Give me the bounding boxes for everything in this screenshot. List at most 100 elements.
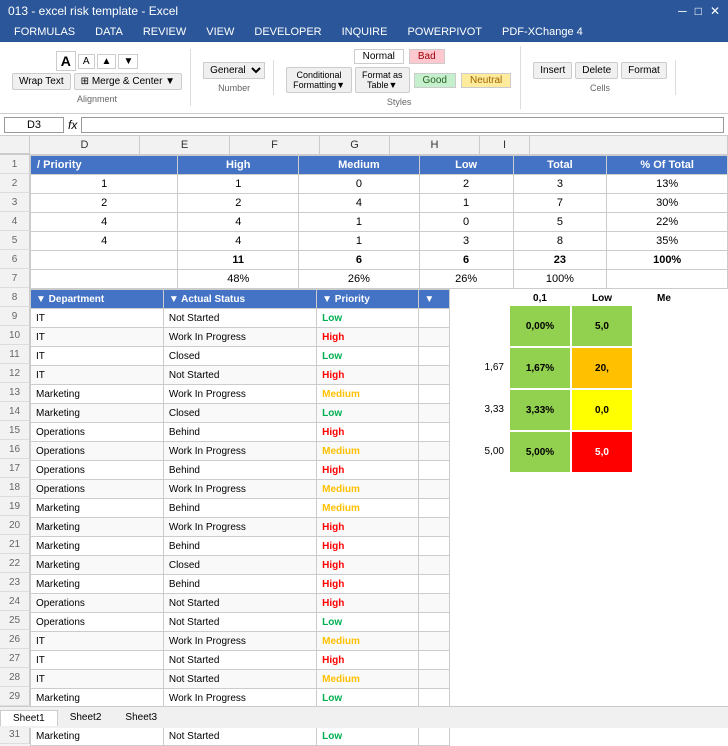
list-cell-status[interactable]: Closed [163,347,316,366]
delete-button[interactable]: Delete [575,62,618,79]
list-cell-priority[interactable]: High [317,556,419,575]
summary-cell-high[interactable]: 4 [178,232,299,251]
list-cell-dept[interactable]: Operations [31,594,164,613]
list-cell-status[interactable]: Closed [163,556,316,575]
tab-powerpivot[interactable]: POWERPIVOT [397,22,492,42]
tab-inquire[interactable]: INQUIRE [332,22,398,42]
list-cell-status[interactable]: Work In Progress [163,518,316,537]
summary-cell-medium[interactable]: 4 [299,194,420,213]
list-cell-priority[interactable]: Medium [317,385,419,404]
list-cell-dept[interactable]: IT [31,309,164,328]
list-cell-dept[interactable]: Marketing [31,575,164,594]
sheet-tab-2[interactable]: Sheet2 [58,710,114,725]
insert-button[interactable]: Insert [533,62,572,79]
list-cell-status[interactable]: Behind [163,537,316,556]
list-cell-dept[interactable]: IT [31,347,164,366]
list-cell-status[interactable]: Work In Progress [163,689,316,708]
tab-data[interactable]: DATA [85,22,133,42]
summary-cell-priority[interactable]: 2 [31,194,178,213]
list-cell-dept[interactable]: IT [31,651,164,670]
format-button[interactable]: Format [621,62,667,79]
list-cell-priority[interactable]: High [317,575,419,594]
list-cell-dept[interactable]: Operations [31,480,164,499]
list-cell-dept[interactable]: Marketing [31,727,164,746]
tab-view[interactable]: VIEW [196,22,244,42]
tab-formulas[interactable]: FORMULAS [4,22,85,42]
summary-cell-pct[interactable]: 30% [607,194,728,213]
tab-developer[interactable]: DEVELOPER [244,22,331,42]
merge-center-button[interactable]: ⊞ Merge & Center ▼ [74,73,182,90]
list-cell-dept[interactable]: Marketing [31,689,164,708]
list-cell-status[interactable]: Work In Progress [163,632,316,651]
summary-cell-medium[interactable]: 1 [299,213,420,232]
list-cell-dept[interactable]: IT [31,632,164,651]
list-cell-status[interactable]: Work In Progress [163,480,316,499]
list-cell-status[interactable]: Not Started [163,594,316,613]
name-box[interactable] [4,117,64,133]
list-cell-status[interactable]: Not Started [163,651,316,670]
number-format-select[interactable]: General [203,62,265,79]
list-cell-dept[interactable]: Marketing [31,385,164,404]
format-as-table-button[interactable]: Format asTable▼ [355,67,410,93]
list-cell-dept[interactable]: Operations [31,423,164,442]
list-cell-dept[interactable]: Marketing [31,518,164,537]
summary-cell-total[interactable]: 5 [513,213,607,232]
list-cell-status[interactable]: Behind [163,499,316,518]
formula-input[interactable] [81,117,724,133]
summary-cell-low[interactable]: 1 [419,194,513,213]
list-cell-dept[interactable]: Operations [31,613,164,632]
summary-cell-medium[interactable]: 1 [299,232,420,251]
list-cell-priority[interactable]: Medium [317,632,419,651]
summary-cell-high[interactable]: 1 [178,175,299,194]
list-cell-dept[interactable]: IT [31,366,164,385]
list-cell-priority[interactable]: High [317,518,419,537]
font-small-btn[interactable]: A [78,54,95,69]
summary-cell-total[interactable]: 3 [513,175,607,194]
summary-cell-high[interactable]: 2 [178,194,299,213]
summary-cell-low[interactable]: 2 [419,175,513,194]
list-cell-status[interactable]: Not Started [163,366,316,385]
list-cell-dept[interactable]: IT [31,328,164,347]
list-cell-priority[interactable]: High [317,366,419,385]
list-cell-priority[interactable]: Low [317,404,419,423]
list-cell-status[interactable]: Not Started [163,670,316,689]
list-cell-status[interactable]: Not Started [163,309,316,328]
font-increase-btn[interactable]: ▲ [97,54,117,69]
summary-cell-pct[interactable]: 13% [607,175,728,194]
list-cell-priority[interactable]: Medium [317,670,419,689]
sheet-tab-1[interactable]: Sheet1 [0,710,58,726]
list-cell-dept[interactable]: Operations [31,442,164,461]
font-decrease-btn[interactable]: ▼ [118,54,138,69]
list-cell-dept[interactable]: Operations [31,461,164,480]
list-cell-status[interactable]: Work In Progress [163,442,316,461]
list-cell-priority[interactable]: High [317,423,419,442]
list-cell-status[interactable]: Not Started [163,727,316,746]
window-controls[interactable]: ─□✕ [678,4,720,18]
list-cell-priority[interactable]: High [317,651,419,670]
list-cell-priority[interactable]: Low [317,689,419,708]
list-cell-dept[interactable]: Marketing [31,537,164,556]
summary-cell-priority[interactable]: 1 [31,175,178,194]
conditional-formatting-button[interactable]: ConditionalFormatting▼ [286,67,352,93]
summary-cell-priority[interactable]: 4 [31,213,178,232]
list-cell-priority[interactable]: High [317,328,419,347]
list-cell-status[interactable]: Behind [163,575,316,594]
list-cell-priority[interactable]: Low [317,309,419,328]
list-cell-status[interactable]: Work In Progress [163,328,316,347]
list-cell-priority[interactable]: High [317,594,419,613]
list-cell-priority[interactable]: High [317,461,419,480]
list-cell-priority[interactable]: Low [317,347,419,366]
list-cell-status[interactable]: Closed [163,404,316,423]
summary-cell-pct[interactable]: 22% [607,213,728,232]
list-cell-priority[interactable]: Low [317,727,419,746]
list-cell-dept[interactable]: Marketing [31,556,164,575]
style-neutral[interactable]: Neutral [461,73,511,88]
summary-cell-low[interactable]: 0 [419,213,513,232]
summary-cell-priority[interactable]: 4 [31,232,178,251]
style-bad[interactable]: Bad [409,49,445,64]
summary-cell-total[interactable]: 8 [513,232,607,251]
summary-cell-low[interactable]: 3 [419,232,513,251]
summary-cell-total[interactable]: 7 [513,194,607,213]
list-cell-status[interactable]: Behind [163,423,316,442]
font-bold-btn[interactable]: A [56,51,76,71]
